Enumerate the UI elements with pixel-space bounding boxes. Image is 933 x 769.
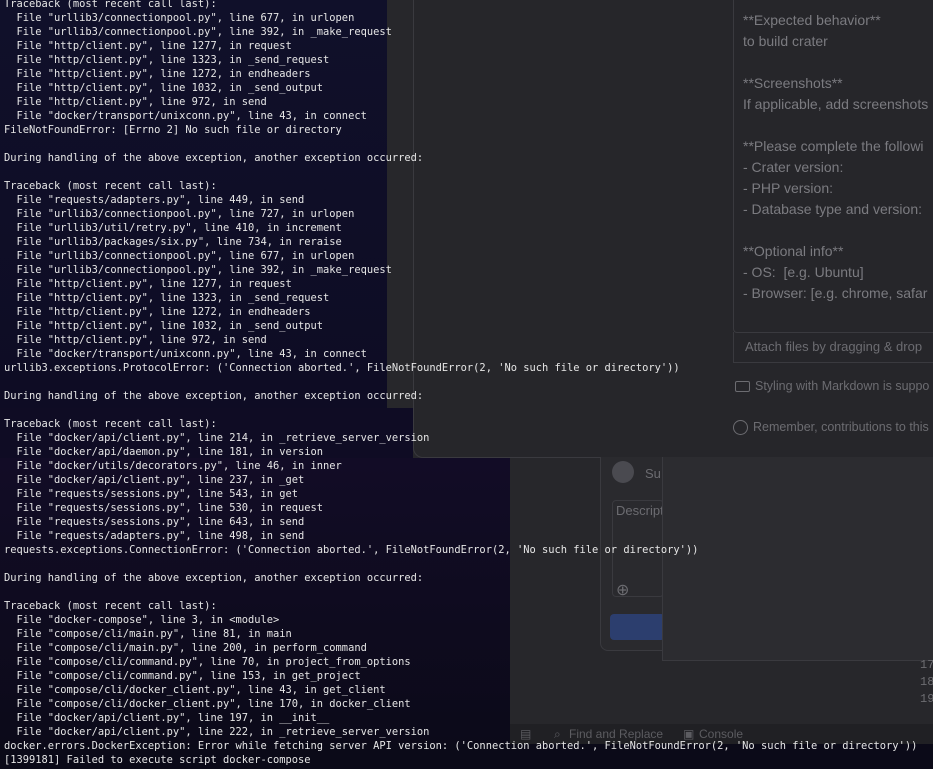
- terminal-line: File "compose/cli/main.py", line 81, in …: [4, 628, 292, 640]
- terminal-line: File "requests/adapters.py", line 449, i…: [4, 194, 305, 206]
- terminal-line: Traceback (most recent call last):: [4, 418, 217, 430]
- terminal-line: File "docker/transport/unixconn.py", lin…: [4, 348, 367, 360]
- terminal-line: File "urllib3/connectionpool.py", line 6…: [4, 12, 355, 24]
- terminal-line: File "urllib3/util/retry.py", line 410, …: [4, 222, 342, 234]
- terminal-line: Traceback (most recent call last):: [4, 600, 217, 612]
- terminal-line: File "http/client.py", line 1277, in req…: [4, 278, 292, 290]
- line-number: 18: [920, 675, 933, 689]
- terminal-line: File "requests/sessions.py", line 543, i…: [4, 488, 299, 500]
- terminal-line: File "compose/cli/docker_client.py", lin…: [4, 698, 411, 710]
- terminal-line: requests.exceptions.ConnectionError: ('C…: [4, 544, 699, 556]
- terminal-line: File "urllib3/packages/six.py", line 734…: [4, 236, 342, 248]
- terminal-line: File "http/client.py", line 972, in send: [4, 334, 267, 346]
- terminal-line: File "urllib3/connectionpool.py", line 7…: [4, 208, 355, 220]
- terminal-line: File "urllib3/connectionpool.py", line 3…: [4, 264, 392, 276]
- terminal-line: Traceback (most recent call last):: [4, 180, 217, 192]
- terminal-line: File "requests/adapters.py", line 498, i…: [4, 530, 305, 542]
- terminal-line: File "urllib3/connectionpool.py", line 3…: [4, 26, 392, 38]
- terminal-line: File "http/client.py", line 1323, in _se…: [4, 54, 330, 66]
- terminal-line: File "requests/sessions.py", line 643, i…: [4, 516, 305, 528]
- terminal-line: File "docker/api/client.py", line 237, i…: [4, 474, 305, 486]
- terminal-output[interactable]: Traceback (most recent call last): File …: [4, 0, 917, 767]
- terminal-line: File "http/client.py", line 1323, in _se…: [4, 292, 330, 304]
- terminal-line: File "docker/api/client.py", line 214, i…: [4, 432, 430, 444]
- terminal-line: File "http/client.py", line 1272, in end…: [4, 306, 311, 318]
- terminal-line: File "docker/utils/decorators.py", line …: [4, 460, 342, 472]
- terminal-line: File "compose/cli/main.py", line 200, in…: [4, 642, 367, 654]
- terminal-line: During handling of the above exception, …: [4, 390, 424, 402]
- terminal-line: File "docker/api/client.py", line 197, i…: [4, 712, 330, 724]
- terminal-line: Traceback (most recent call last):: [4, 0, 217, 10]
- terminal-line: File "docker-compose", line 3, in <modul…: [4, 614, 280, 626]
- terminal-line: File "http/client.py", line 1272, in end…: [4, 68, 311, 80]
- terminal-line: File "docker/api/client.py", line 222, i…: [4, 726, 430, 738]
- terminal-line: File "http/client.py", line 1032, in _se…: [4, 320, 324, 332]
- terminal-line: File "http/client.py", line 1277, in req…: [4, 40, 292, 52]
- terminal-line: File "compose/cli/docker_client.py", lin…: [4, 684, 386, 696]
- terminal-line: File "urllib3/connectionpool.py", line 6…: [4, 250, 355, 262]
- terminal-line: File "docker/api/daemon.py", line 181, i…: [4, 446, 324, 458]
- terminal-line: File "docker/transport/unixconn.py", lin…: [4, 110, 367, 122]
- terminal-line: During handling of the above exception, …: [4, 152, 424, 164]
- terminal-line: File "compose/cli/command.py", line 70, …: [4, 656, 411, 668]
- terminal-line: docker.errors.DockerException: Error whi…: [4, 740, 918, 752]
- terminal-window[interactable]: Traceback (most recent call last): File …: [0, 0, 933, 769]
- terminal-line: File "requests/sessions.py", line 530, i…: [4, 502, 324, 514]
- line-number: 17: [920, 658, 933, 672]
- terminal-line: urllib3.exceptions.ProtocolError: ('Conn…: [4, 362, 680, 374]
- terminal-line: File "compose/cli/command.py", line 153,…: [4, 670, 361, 682]
- terminal-line: During handling of the above exception, …: [4, 572, 424, 584]
- terminal-line: FileNotFoundError: [Errno 2] No such fil…: [4, 124, 342, 136]
- terminal-line: [1399181] Failed to execute script docke…: [4, 754, 311, 766]
- terminal-line: File "http/client.py", line 972, in send: [4, 96, 267, 108]
- terminal-line: File "http/client.py", line 1032, in _se…: [4, 82, 324, 94]
- line-number: 19: [920, 692, 933, 706]
